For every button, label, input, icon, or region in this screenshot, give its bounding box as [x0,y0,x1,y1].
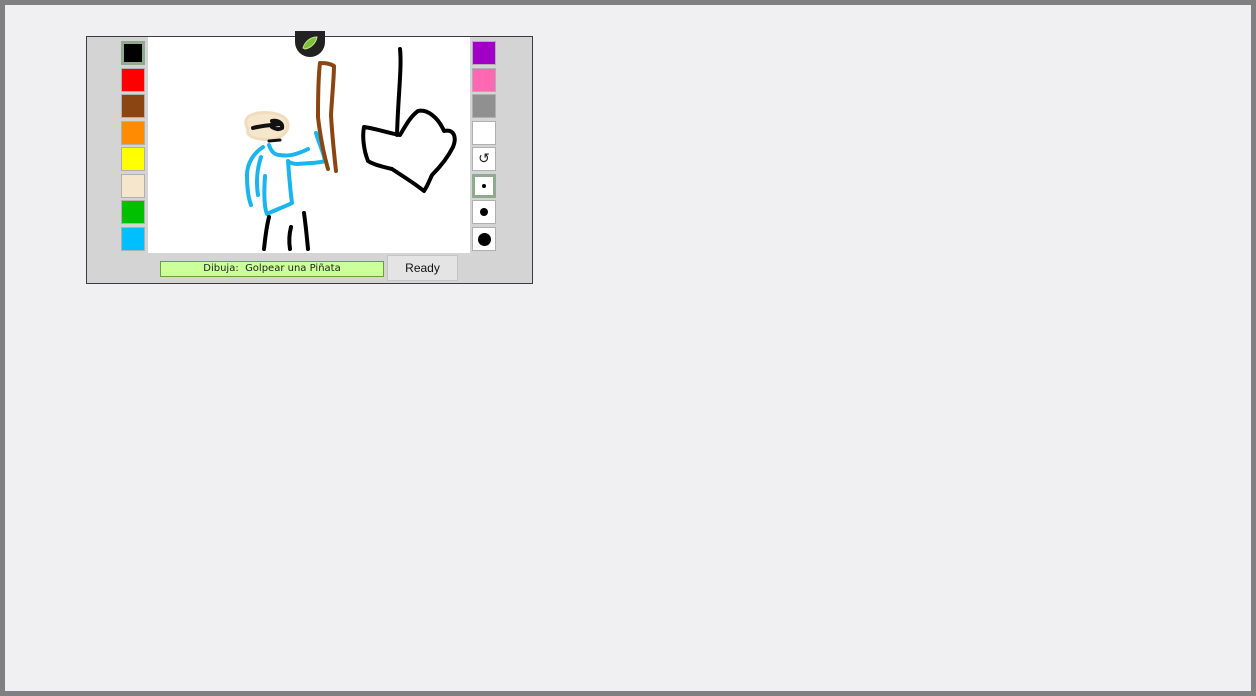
color-swatch-gray[interactable] [472,94,496,118]
drawing-game: ↺ Dibuja: Golpear una Piñata Ready [86,31,533,284]
color-swatch-black[interactable] [121,41,145,65]
brush-medium-icon [480,208,488,216]
brush-size-small[interactable] [472,174,496,198]
logo-leaf-icon [302,36,318,50]
color-swatch-purple[interactable] [472,41,496,65]
color-swatch-white[interactable] [472,121,496,145]
undo-icon: ↺ [478,151,490,167]
undo-button[interactable]: ↺ [472,147,496,171]
drawing-canvas[interactable] [148,37,470,253]
color-swatch-yellow[interactable] [121,147,145,171]
brush-small-icon [482,184,486,188]
brush-large-icon [477,232,491,246]
stroke-legs [262,211,310,251]
color-swatch-green[interactable] [121,200,145,224]
stroke-pinata [361,47,457,193]
color-swatch-sky-blue[interactable] [121,227,145,251]
color-swatch-brown[interactable] [121,94,145,118]
brush-size-medium[interactable] [472,200,496,224]
color-swatch-beige[interactable] [121,174,145,198]
brush-size-large[interactable] [472,227,496,251]
color-swatch-red[interactable] [121,68,145,92]
drawing-prompt: Dibuja: Golpear una Piñata [160,261,384,277]
stroke-mouth [267,138,282,143]
ready-button[interactable]: Ready [387,255,458,281]
stroke-body [245,131,327,216]
color-swatch-orange[interactable] [121,121,145,145]
drawing-strokes [244,47,457,251]
game-logo [295,31,325,57]
stroke-stick [316,61,338,173]
color-swatch-pink[interactable] [472,68,496,92]
